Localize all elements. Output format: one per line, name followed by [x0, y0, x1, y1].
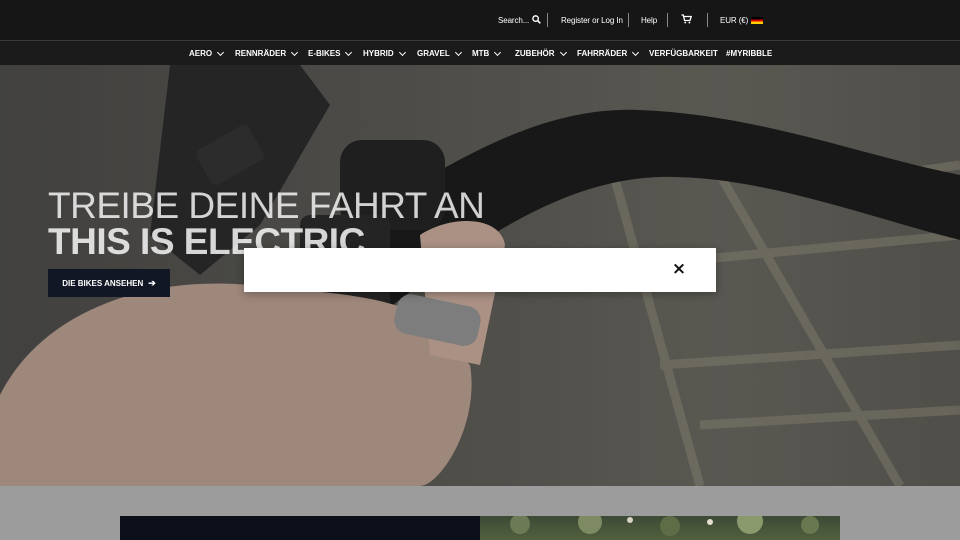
nav-item-label: HYBRID — [363, 49, 394, 58]
promo-tile-image[interactable] — [480, 516, 840, 540]
nav-item-label: MTB — [472, 49, 490, 58]
chevron-down-icon — [398, 48, 406, 56]
nav-item-aero[interactable]: AERO — [189, 41, 225, 66]
cart-icon — [681, 14, 693, 26]
nav-item-rennraeder[interactable]: RENNRÄDER — [235, 41, 299, 66]
nav-item-mtb[interactable]: MTB — [472, 41, 502, 66]
currency-selector[interactable]: EUR (€) — [720, 0, 764, 40]
nav-item-label: E-BIKES — [308, 49, 341, 58]
search-icon — [532, 14, 541, 26]
search-label: Search... — [498, 15, 530, 25]
nav-item-verfuegbarkeit[interactable]: VERFÜGBARKEIT — [649, 41, 718, 66]
account-label: Register or Log In — [561, 15, 623, 25]
nav-item-label: ZUBEHÖR — [515, 49, 555, 58]
nav-item-myribble[interactable]: #MYRIBBLE — [726, 41, 772, 66]
nav-item-hybrid[interactable]: HYBRID — [363, 41, 406, 66]
chevron-down-icon — [345, 48, 353, 56]
chevron-down-icon — [454, 48, 462, 56]
nav-item-label: #MYRIBBLE — [726, 49, 773, 58]
nav-item-label: VERFÜGBARKEIT — [649, 49, 718, 58]
main-navigation: AERO RENNRÄDER E-BIKES HYBRID GRAVEL MTB… — [0, 40, 960, 65]
nav-item-fahrraeder[interactable]: FAHRRÄDER — [577, 41, 640, 66]
separator — [628, 13, 629, 27]
arrow-right-icon: ➔ — [148, 277, 156, 288]
nav-item-e-bikes[interactable]: E-BIKES — [308, 41, 353, 66]
help-label: Help — [641, 15, 658, 25]
promo-image — [510, 516, 819, 536]
nav-item-label: FAHRRÄDER — [577, 49, 628, 58]
close-icon[interactable]: × — [670, 260, 688, 278]
content-section — [0, 486, 960, 540]
promo-tile-dark[interactable] — [120, 516, 480, 540]
nav-item-label: GRAVEL — [417, 49, 450, 58]
account-link[interactable]: Register or Log In — [561, 0, 623, 40]
nav-item-label: RENNRÄDER — [235, 49, 287, 58]
search-link[interactable]: Search... — [498, 0, 541, 40]
top-utility-bar: Search... Register or Log In Help EUR (€… — [0, 0, 960, 40]
popup-modal: × — [244, 248, 716, 292]
nav-item-zubehoer[interactable]: ZUBEHÖR — [515, 41, 567, 66]
separator — [667, 13, 668, 27]
separator — [707, 13, 708, 27]
view-bikes-button[interactable]: DIE BIKES ANSEHEN ➔ — [48, 269, 170, 297]
separator — [547, 13, 548, 27]
currency-label: EUR (€) — [720, 15, 749, 25]
chevron-down-icon — [632, 48, 640, 56]
chevron-down-icon — [559, 48, 567, 56]
germany-flag-icon — [751, 16, 764, 24]
chevron-down-icon — [291, 48, 299, 56]
view-bikes-label: DIE BIKES ANSEHEN — [62, 278, 144, 288]
chevron-down-icon — [217, 48, 225, 56]
nav-item-label: AERO — [189, 49, 213, 58]
chevron-down-icon — [494, 48, 502, 56]
nav-item-gravel[interactable]: GRAVEL — [417, 41, 462, 66]
cart-button[interactable] — [681, 0, 693, 40]
help-link[interactable]: Help — [641, 0, 657, 40]
